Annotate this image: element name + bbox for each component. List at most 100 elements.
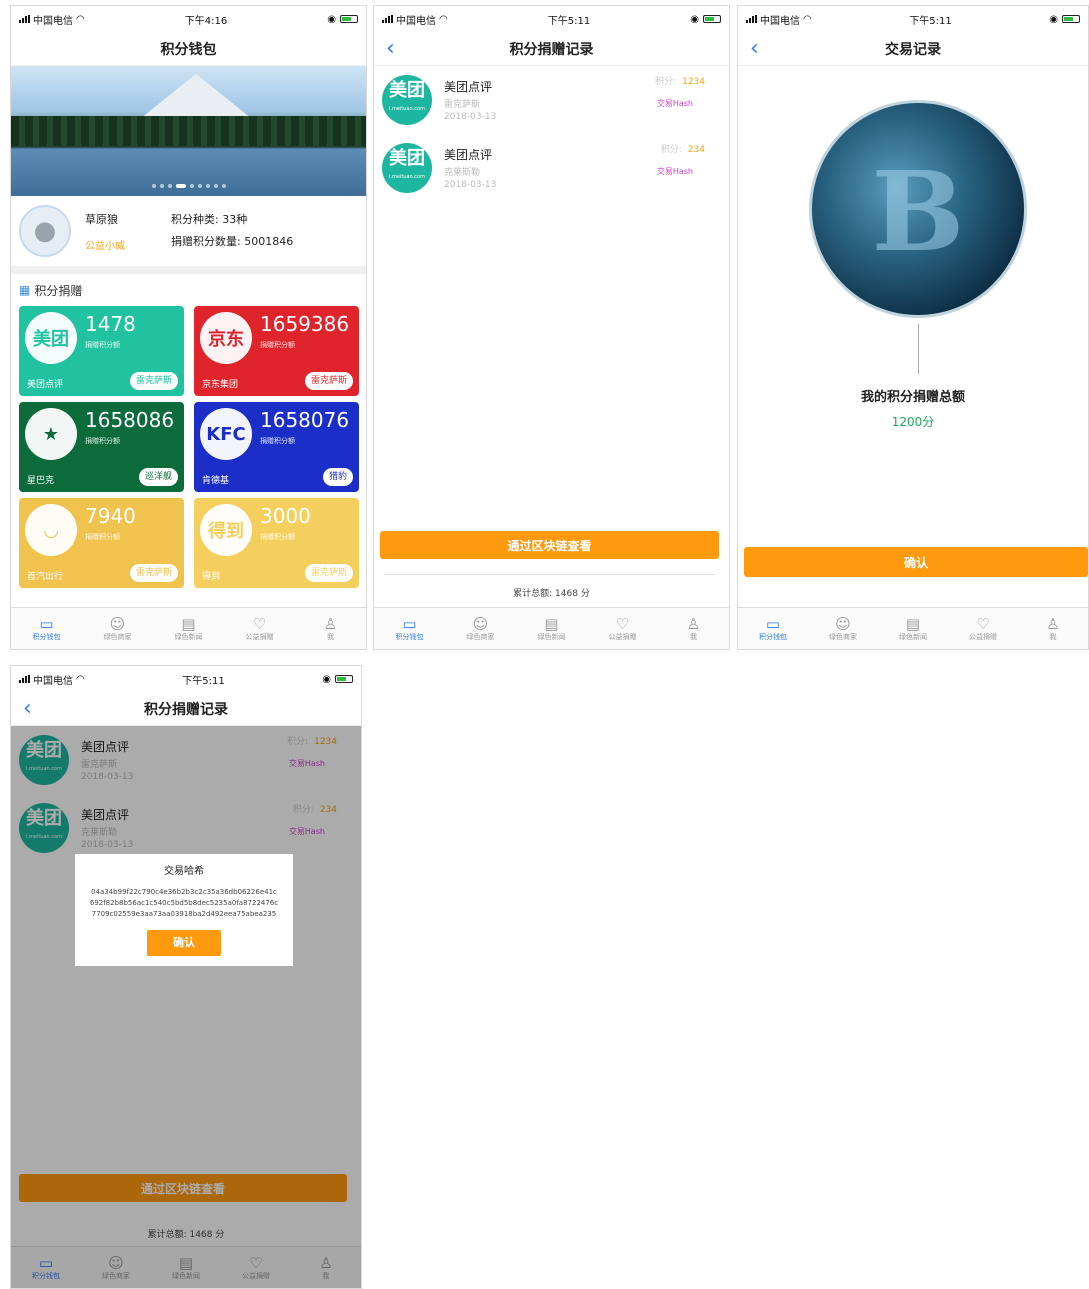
tab-green-news[interactable]: ▤ 绿色新闻 (878, 608, 948, 649)
merchant-logo: 京东 (200, 312, 252, 364)
modal-overlay[interactable] (11, 726, 361, 1288)
page-title: 积分钱包 (160, 41, 217, 58)
tab-charity[interactable]: ♡ 公益捐赠 (587, 608, 658, 649)
banner-carousel[interactable] (11, 66, 366, 196)
merchant-name: 美团点评 (27, 380, 64, 390)
nav-bar: ‹ 积分捐赠记录 (11, 692, 361, 726)
merchant-points: 1658086 (85, 408, 175, 432)
record-row[interactable]: 美团 i.meituan.com 美团点评 雷克萨斯 2018-03-13 积分:… (374, 66, 729, 134)
tab-me[interactable]: ♙ 我 (1018, 608, 1088, 649)
back-chevron-icon[interactable]: ‹ (23, 696, 32, 721)
connector-line (918, 324, 919, 374)
battery-icon (1062, 15, 1080, 23)
wifi-icon: ◠ (803, 13, 812, 25)
tab-wallet[interactable]: ▭ 积分钱包 (11, 608, 82, 649)
merchant-car-button[interactable]: 雷克萨斯 (129, 564, 178, 582)
merchant-car-button[interactable]: 猎豹 (322, 468, 353, 486)
total-value: 1200分 (891, 415, 935, 429)
merchant-points-label: 捐赠积分额 (260, 533, 295, 541)
battery-icon (335, 675, 353, 683)
tab-me[interactable]: ♙ 我 (658, 608, 729, 649)
trade-hash-link[interactable]: 交易Hash (657, 166, 693, 177)
merchant-logo: ◡ (25, 504, 77, 556)
merchant-card[interactable]: ★ 1658086 捐赠积分额 星巴克 巡洋舰 (19, 402, 184, 492)
clock: 下午5:11 (909, 15, 952, 27)
record-date: 2018-03-13 (444, 111, 497, 122)
heart-hand-icon: ♡ (976, 614, 990, 633)
merchant-card-grid: 美团 1478 捐赠积分额 美团点评 雷克萨斯 京东 1659386 捐赠积分额 京东集团 雷克萨… (11, 306, 366, 588)
tab-green-merchants[interactable]: ☺ 绿色商家 (808, 608, 878, 649)
merchant-points-label: 捐赠积分额 (85, 437, 120, 445)
back-chevron-icon[interactable]: ‹ (750, 36, 759, 61)
points-kinds: 积分种类: 33种 (171, 213, 248, 226)
meituan-logo: 美团 i.meituan.com (382, 143, 432, 193)
merchant-points-label: 捐赠积分额 (85, 341, 120, 349)
news-icon: ▤ (544, 614, 559, 633)
wallet-icon: ▭ (39, 614, 54, 633)
tab-green-news[interactable]: ▤ 绿色新闻 (153, 608, 224, 649)
wallet-icon: ▭ (765, 614, 781, 633)
merchant-card[interactable]: ◡ 7940 捐赠积分额 首汽出行 雷克萨斯 (19, 498, 184, 588)
records-hash-modal-screen: 中国电信 ◠ 下午5:11 ◉ ‹ 积分捐赠记录 美团 i.meituan.com … (10, 665, 362, 1289)
merchant-car-button[interactable]: 巡洋舰 (138, 468, 178, 486)
tab-bar: ▭ 积分钱包 ☺ 绿色商家 ▤ 绿色新闻 ♡ 公益捐赠 ♙ 我 (374, 607, 729, 649)
nav-bar: 积分钱包 (11, 32, 366, 66)
shop-icon: ☺ (835, 614, 851, 633)
merchant-name: 得到 (202, 572, 221, 582)
shop-icon: ☺ (109, 614, 126, 633)
wallet-icon: ▭ (402, 614, 417, 633)
merchant-card[interactable]: KFC 1658076 捐赠积分额 肯德基 猎豹 (194, 402, 359, 492)
signal-icon (382, 15, 393, 23)
trade-record-screen: 中国电信 ◠ 下午5:11 ◉ ‹ 交易记录 B 我的积分捐赠总额 1200分 确… (737, 5, 1089, 650)
lock-icon: ◉ (327, 13, 336, 25)
lock-icon: ◉ (322, 673, 331, 685)
merchant-points-label: 捐赠积分额 (85, 533, 120, 541)
modal-confirm-button[interactable]: 确认 (147, 930, 221, 956)
merchant-points: 1658076 (260, 408, 350, 432)
merchant-car-button[interactable]: 雷克萨斯 (304, 372, 353, 390)
avatar[interactable]: ● (19, 205, 71, 257)
merchant-card[interactable]: 得到 3000 捐赠积分额 得到 雷克萨斯 (194, 498, 359, 588)
record-row[interactable]: 美团 i.meituan.com 美团点评 克莱斯勒 2018-03-13 积分:… (374, 134, 729, 202)
modal-title: 交易哈希 (164, 866, 204, 877)
tab-green-merchants[interactable]: ☺ 绿色商家 (82, 608, 153, 649)
merchant-car-button[interactable]: 雷克萨斯 (129, 372, 178, 390)
merchant-car-button[interactable]: 雷克萨斯 (304, 564, 353, 582)
record-points: 积分: 1234 (655, 77, 705, 87)
trade-hash-link[interactable]: 交易Hash (657, 98, 693, 109)
merchant-card[interactable]: 京东 1659386 捐赠积分额 京东集团 雷克萨斯 (194, 306, 359, 396)
tab-green-news[interactable]: ▤ 绿色新闻 (516, 608, 587, 649)
signal-icon (19, 675, 30, 683)
user-icon: ♙ (323, 614, 338, 633)
wallet-screen: 中国电信 ◠ 下午4:16 ◉ 积分钱包 ● 草原狼 公益小威 积分种类: 33种… (10, 5, 367, 650)
banner-trees (11, 116, 366, 146)
tab-wallet[interactable]: ▭ 积分钱包 (738, 608, 808, 649)
user-icon: ♙ (686, 614, 701, 633)
nav-bar: ‹ 积分捐赠记录 (374, 32, 729, 66)
view-on-blockchain-button[interactable]: 通过区块链查看 (380, 531, 719, 559)
carousel-dots[interactable] (11, 184, 366, 188)
back-chevron-icon[interactable]: ‹ (386, 36, 395, 61)
heart-hand-icon: ♡ (615, 614, 630, 633)
user-summary: ● 草原狼 公益小威 积分种类: 33种 捐赠积分数量: 5001846 (11, 196, 366, 274)
page-title: 积分捐赠记录 (509, 41, 594, 58)
news-icon: ▤ (181, 614, 196, 633)
merchant-card[interactable]: 美团 1478 捐赠积分额 美团点评 雷克萨斯 (19, 306, 184, 396)
page-title: 积分捐赠记录 (144, 701, 228, 718)
merchant-logo: KFC (200, 408, 252, 460)
clock: 下午4:16 (184, 15, 228, 27)
wifi-icon: ◠ (76, 673, 85, 685)
status-bar: 中国电信 ◠ 下午5:11 ◉ (738, 6, 1088, 32)
tab-me[interactable]: ♙ 我 (295, 608, 366, 649)
user-badge: 公益小威 (85, 240, 125, 252)
merchant-logo: 得到 (200, 504, 252, 556)
confirm-button[interactable]: 确认 (744, 547, 1088, 577)
tab-wallet[interactable]: ▭ 积分钱包 (374, 608, 445, 649)
tab-charity[interactable]: ♡ 公益捐赠 (948, 608, 1018, 649)
donated-points: 捐赠积分数量: 5001846 (171, 235, 294, 248)
tab-charity[interactable]: ♡ 公益捐赠 (224, 608, 295, 649)
lock-icon: ◉ (690, 13, 699, 25)
merchant-points: 1659386 (260, 312, 350, 336)
carrier: 中国电信 (33, 675, 73, 687)
tab-green-merchants[interactable]: ☺ 绿色商家 (445, 608, 516, 649)
